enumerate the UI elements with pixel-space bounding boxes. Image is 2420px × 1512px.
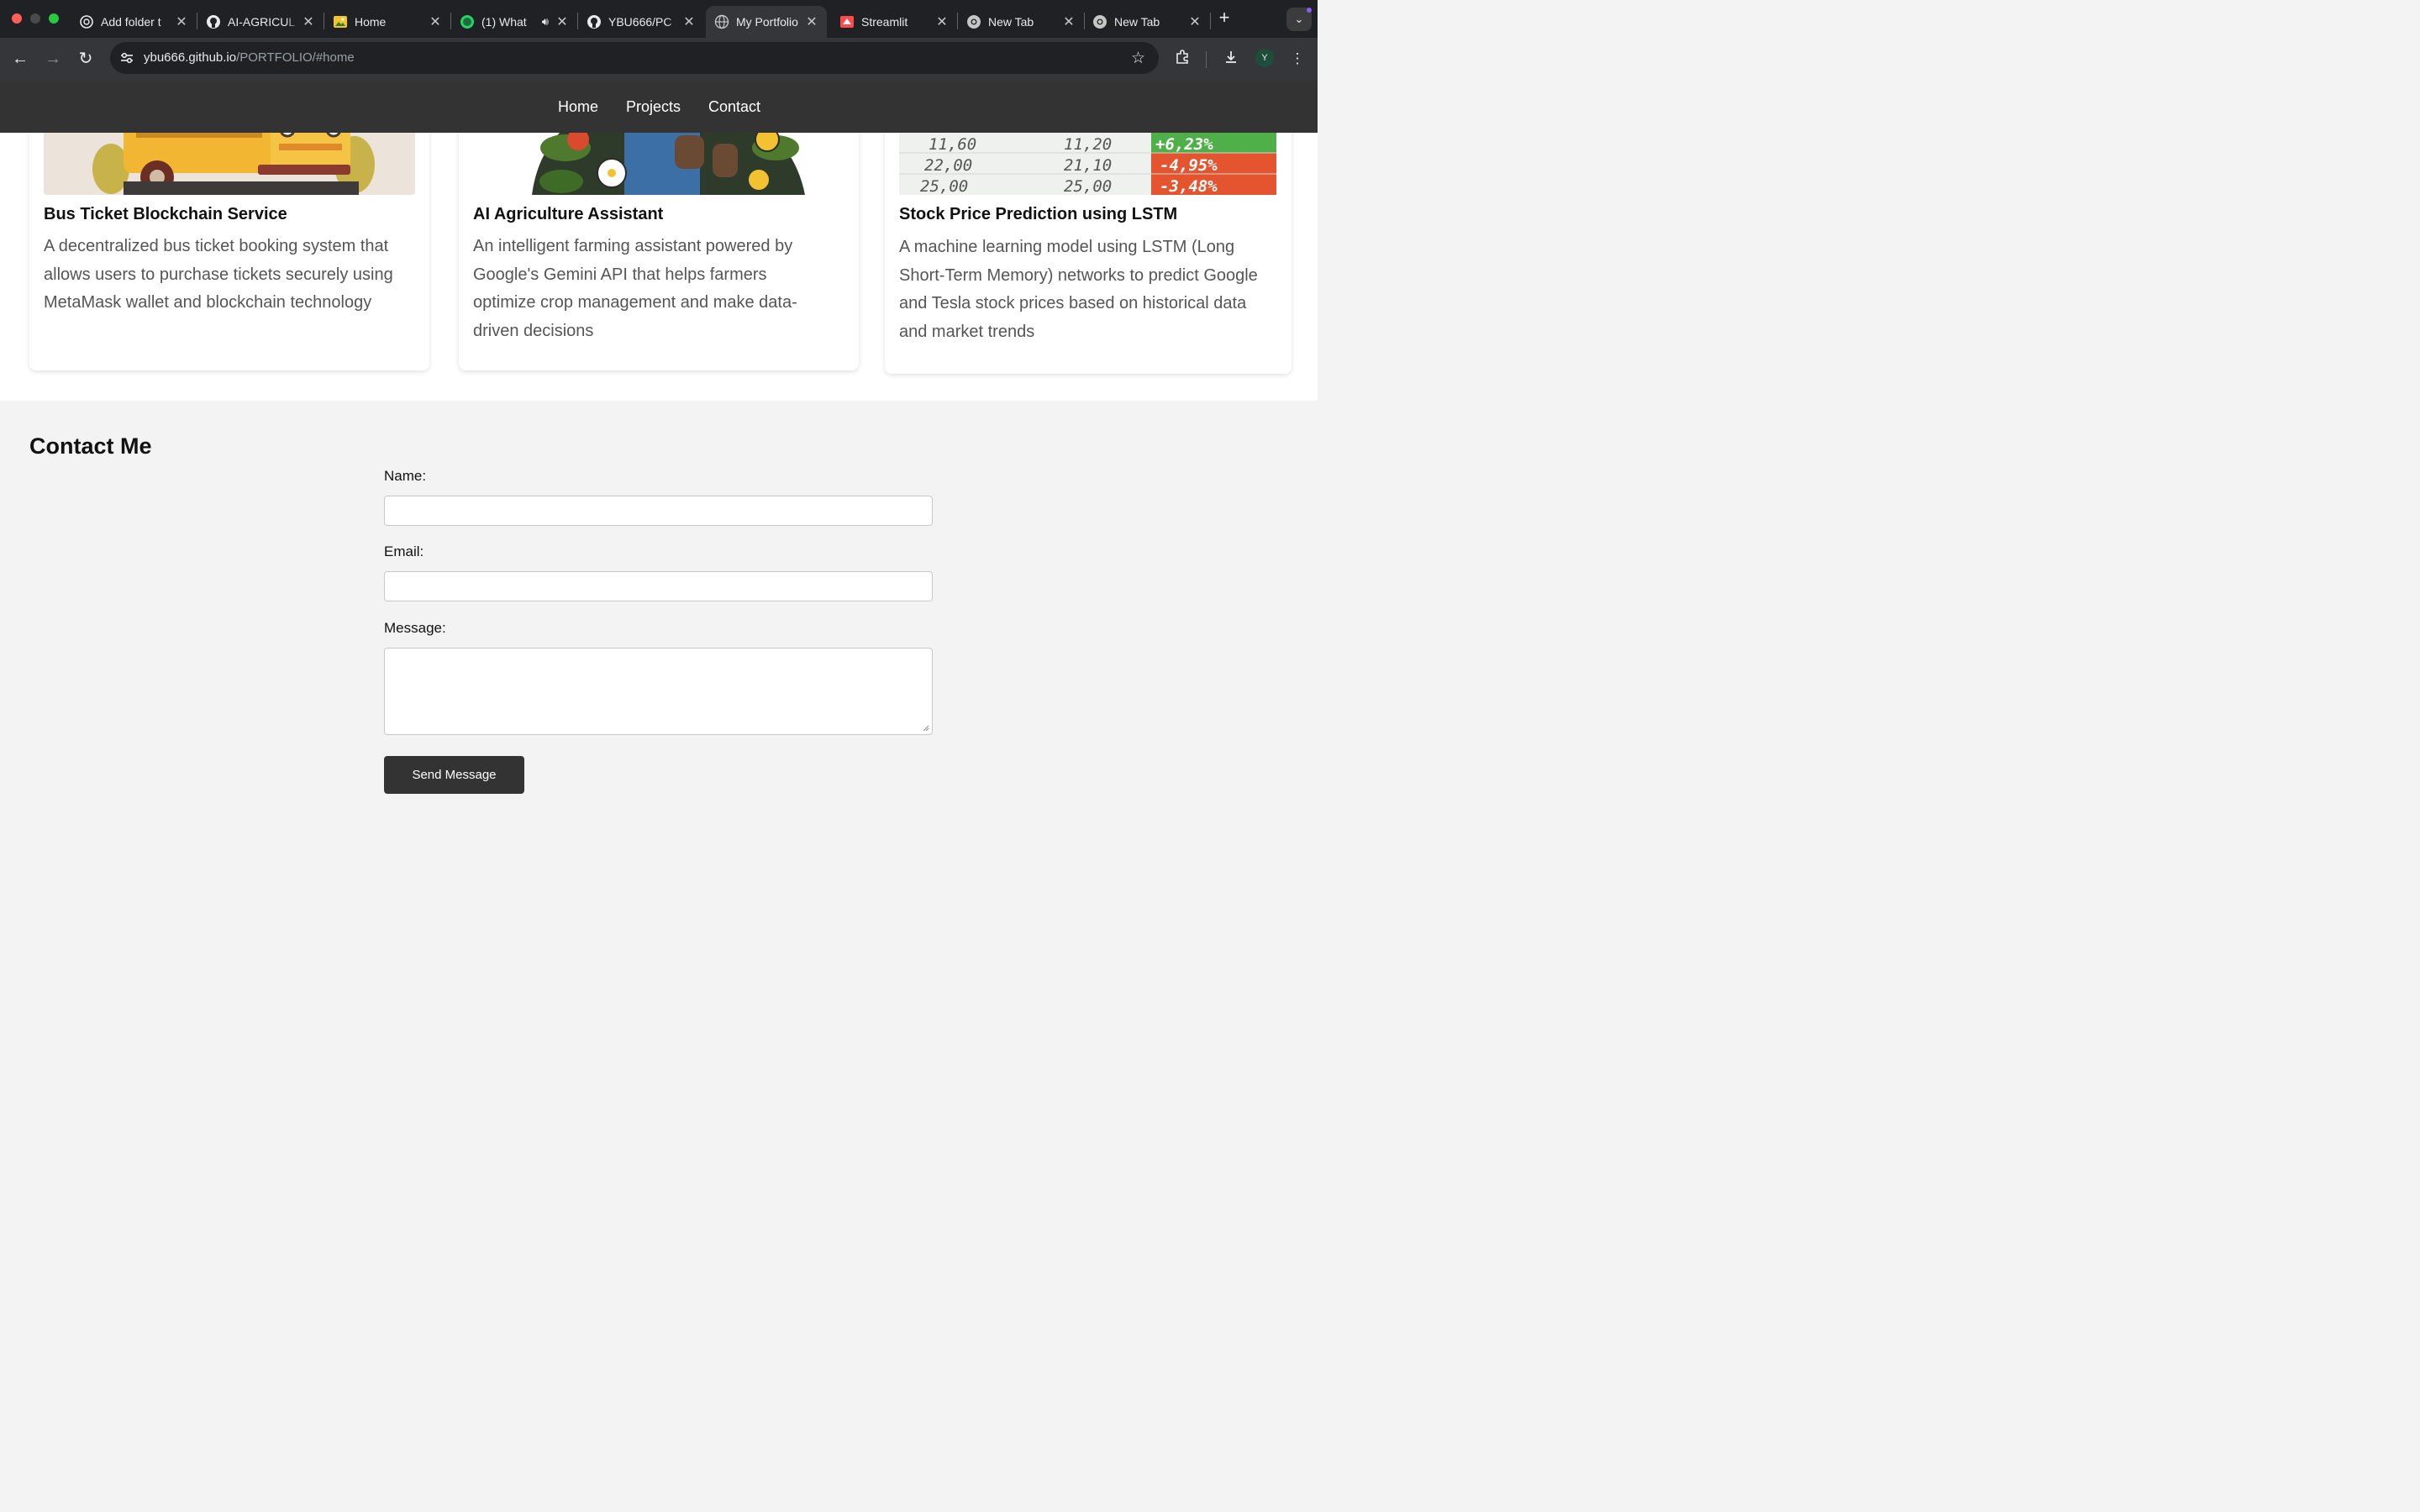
- browser-tab[interactable]: New Tab ✕: [1084, 6, 1211, 38]
- speaker-icon[interactable]: 🔊︎: [542, 15, 549, 29]
- tab-close-button[interactable]: ✕: [1060, 13, 1077, 30]
- stock-cell: +6,23%: [1155, 135, 1213, 154]
- back-button[interactable]: ←: [9, 48, 31, 70]
- url-path: /PORTFOLIO/#home: [236, 50, 355, 65]
- globe-icon: [714, 14, 729, 29]
- bookmark-star-icon[interactable]: ☆: [1131, 49, 1145, 68]
- browser-tab[interactable]: AI-AGRICUL ✕: [197, 6, 324, 38]
- browser-tab-active[interactable]: My Portfolio ✕: [706, 6, 827, 38]
- site-settings-icon[interactable]: [118, 50, 135, 66]
- arrow-left-icon: ←: [12, 50, 29, 68]
- image-icon: [333, 14, 348, 29]
- extensions-icon[interactable]: [1172, 49, 1192, 69]
- contact-heading: Contact Me: [29, 433, 152, 459]
- message-label: Message:: [384, 620, 446, 636]
- tab-close-button[interactable]: ✕: [554, 13, 571, 30]
- site-navbar: Home Projects Contact: [0, 81, 1318, 133]
- github-icon: [206, 14, 221, 29]
- stock-cell: 25,00: [1064, 177, 1112, 195]
- name-label: Name:: [384, 468, 427, 484]
- nav-link-projects[interactable]: Projects: [626, 98, 681, 116]
- browser-tab[interactable]: YBU666/PC ✕: [578, 6, 704, 38]
- whatsapp-icon: [460, 14, 475, 29]
- name-field[interactable]: [384, 496, 933, 526]
- stock-cell: 11,20: [1064, 135, 1112, 154]
- url-text: ybu666.github.io/PORTFOLIO/#home: [144, 50, 355, 65]
- project-description: A decentralized bus ticket booking syste…: [44, 237, 393, 312]
- chrome-icon: [1092, 14, 1107, 29]
- stock-cell: 11,60: [929, 135, 976, 154]
- tab-divider: [1210, 13, 1211, 29]
- reload-icon: ↻: [78, 50, 93, 68]
- tab-close-button[interactable]: ✕: [173, 13, 190, 30]
- tab-title: My Portfolio: [736, 15, 798, 29]
- tab-title: Home: [355, 15, 387, 29]
- window-minimize-button[interactable]: [30, 13, 40, 24]
- reload-button[interactable]: ↻: [75, 48, 97, 70]
- toolbar-divider: [1206, 51, 1207, 68]
- tab-title: New Tab: [1114, 15, 1160, 29]
- notification-dot: [1307, 8, 1312, 13]
- send-message-button[interactable]: Send Message: [384, 756, 524, 794]
- tab-search-button[interactable]: ⌄: [1286, 8, 1312, 31]
- stock-cell: 25,00: [920, 177, 968, 195]
- window-close-button[interactable]: [12, 13, 22, 24]
- tab-title: New Tab: [988, 15, 1034, 29]
- address-bar[interactable]: ybu666.github.io/PORTFOLIO/#home ☆: [110, 42, 1159, 74]
- project-title: Bus Ticket Blockchain Service: [44, 205, 287, 223]
- stock-cell: -3,48%: [1160, 177, 1218, 195]
- chrome-icon: [966, 14, 981, 29]
- email-field[interactable]: [384, 571, 933, 601]
- tab-close-button[interactable]: ✕: [681, 13, 697, 30]
- browser-tab[interactable]: Streamlit ✕: [831, 6, 958, 38]
- new-tab-button[interactable]: +: [1215, 8, 1234, 28]
- download-icon[interactable]: [1221, 49, 1241, 69]
- profile-avatar[interactable]: Y: [1255, 49, 1274, 67]
- browser-tab[interactable]: Add folder t ✕: [71, 6, 197, 38]
- url-host: ybu666.github.io: [144, 50, 237, 65]
- tab-title: Streamlit: [861, 15, 908, 29]
- stock-cell: 22,00: [924, 156, 972, 175]
- tab-close-button[interactable]: ✕: [300, 13, 317, 30]
- github-icon: [587, 14, 602, 29]
- nav-link-home[interactable]: Home: [558, 98, 598, 116]
- nav-link-contact[interactable]: Contact: [708, 98, 760, 116]
- streamlit-icon: [839, 14, 855, 29]
- browser-tab-strip: Add folder t ✕ AI-AGRICUL ✕ Home ✕ (1) W…: [0, 0, 1318, 38]
- tab-title: YBU666/PC: [608, 15, 672, 29]
- chatgpt-icon: [79, 14, 94, 29]
- project-description: An intelligent farming assistant powered…: [473, 237, 797, 340]
- email-label: Email:: [384, 543, 424, 559]
- tab-title: (1) What: [481, 15, 527, 29]
- project-title: Stock Price Prediction using LSTM: [899, 205, 1178, 223]
- arrow-right-icon: →: [45, 50, 61, 68]
- message-textarea[interactable]: [384, 648, 933, 735]
- forward-button[interactable]: →: [42, 48, 64, 70]
- browser-toolbar: ← → ↻ ybu666.github.io/PORTFOLIO/#home ☆…: [0, 38, 1318, 81]
- tab-close-button[interactable]: ✕: [934, 13, 950, 30]
- tab-close-button[interactable]: ✕: [427, 13, 444, 30]
- chevron-down-icon: ⌄: [1294, 13, 1304, 25]
- page-viewport: Bus Ticket Blockchain Service A decentra…: [0, 81, 1318, 823]
- tab-close-button[interactable]: ✕: [803, 13, 820, 30]
- tab-close-button[interactable]: ✕: [1186, 13, 1203, 30]
- browser-tab[interactable]: Home ✕: [324, 6, 451, 38]
- stock-cell: 21,10: [1064, 156, 1112, 175]
- browser-tab[interactable]: New Tab ✕: [958, 6, 1085, 38]
- tab-title: Add folder t: [101, 15, 161, 29]
- project-description: A machine learning model using LSTM (Lon…: [899, 238, 1258, 341]
- browser-tab[interactable]: (1) What 🔊︎ ✕: [451, 6, 578, 38]
- stock-cell: -4,95%: [1160, 156, 1218, 175]
- resize-handle-icon[interactable]: [923, 725, 929, 732]
- more-menu-icon[interactable]: ⋮: [1287, 49, 1307, 69]
- tab-title: AI-AGRICUL: [228, 15, 296, 29]
- project-title: AI Agriculture Assistant: [473, 205, 664, 223]
- window-zoom-button[interactable]: [49, 13, 59, 24]
